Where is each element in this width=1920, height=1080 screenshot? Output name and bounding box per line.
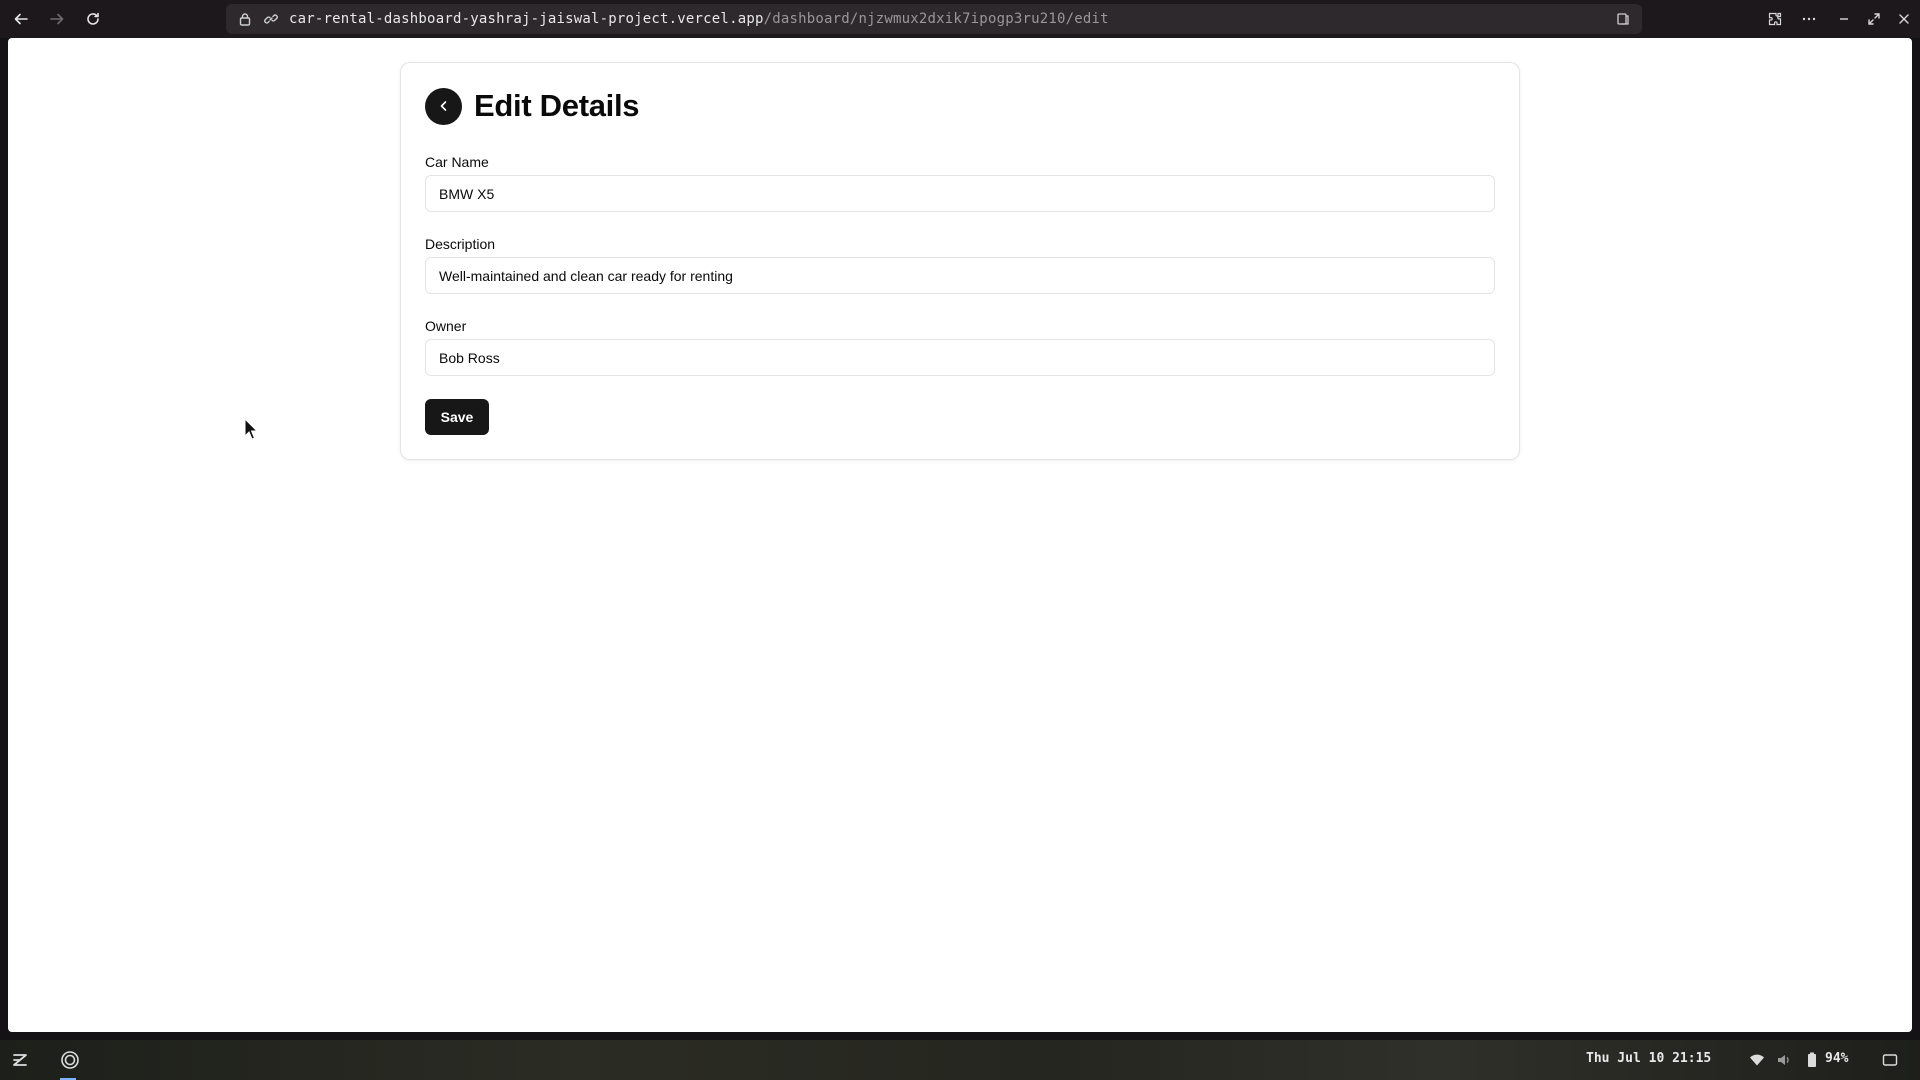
wifi-icon[interactable] <box>1745 1048 1769 1072</box>
more-icon[interactable] <box>1797 7 1821 31</box>
url-path: /dashboard/njzwmux2dxik7ipogp3ru210/edit <box>763 11 1109 27</box>
chevron-left-icon <box>440 101 446 111</box>
url-host: car-rental-dashboard-yashraj-jaiswal-pro… <box>289 11 764 27</box>
owner-label: Owner <box>425 318 467 334</box>
notifications-icon[interactable] <box>1878 1048 1902 1072</box>
extensions-icon[interactable] <box>1763 7 1787 31</box>
car-name-field: Car Name <box>425 153 1495 212</box>
reader-mode-icon[interactable] <box>1616 12 1630 31</box>
battery-icon[interactable] <box>1800 1048 1824 1072</box>
battery-percentage: 94% <box>1825 1051 1849 1066</box>
lock-icon[interactable] <box>238 12 252 31</box>
description-field: Description <box>425 235 1495 294</box>
car-name-input[interactable] <box>425 175 1495 212</box>
forward-arrow-icon[interactable] <box>45 7 69 31</box>
back-button[interactable] <box>425 87 462 125</box>
description-input[interactable] <box>425 257 1495 294</box>
taskbar: Thu Jul 10 21:15 94% <box>0 1040 1920 1080</box>
owner-input[interactable] <box>425 339 1495 376</box>
close-icon[interactable] <box>1892 7 1916 31</box>
link-icon[interactable] <box>264 12 278 31</box>
clock[interactable]: Thu Jul 10 21:15 <box>1586 1051 1711 1066</box>
page-title: Edit Details <box>474 88 640 123</box>
url-text[interactable]: car-rental-dashboard-yashraj-jaiswal-pro… <box>289 11 1109 27</box>
card-header: Edit Details <box>425 87 640 125</box>
description-label: Description <box>425 236 496 252</box>
owner-field: Owner <box>425 317 1495 376</box>
page-viewport: Edit Details Car Name Description Owner … <box>8 38 1912 1032</box>
browser-toolbar: car-rental-dashboard-yashraj-jaiswal-pro… <box>0 0 1920 38</box>
back-arrow-icon[interactable] <box>9 7 33 31</box>
edit-details-card: Edit Details Car Name Description Owner … <box>400 62 1520 460</box>
save-button[interactable]: Save <box>425 399 489 435</box>
car-name-label: Car Name <box>425 154 489 170</box>
address-bar[interactable]: car-rental-dashboard-yashraj-jaiswal-pro… <box>226 4 1642 34</box>
volume-icon[interactable] <box>1772 1048 1796 1072</box>
reload-icon[interactable] <box>81 7 105 31</box>
browser-app-icon[interactable] <box>58 1048 82 1072</box>
app-menu-icon[interactable] <box>8 1048 32 1072</box>
mouse-cursor-icon <box>244 418 258 440</box>
restore-icon[interactable] <box>1862 7 1886 31</box>
minimize-icon[interactable] <box>1832 7 1856 31</box>
